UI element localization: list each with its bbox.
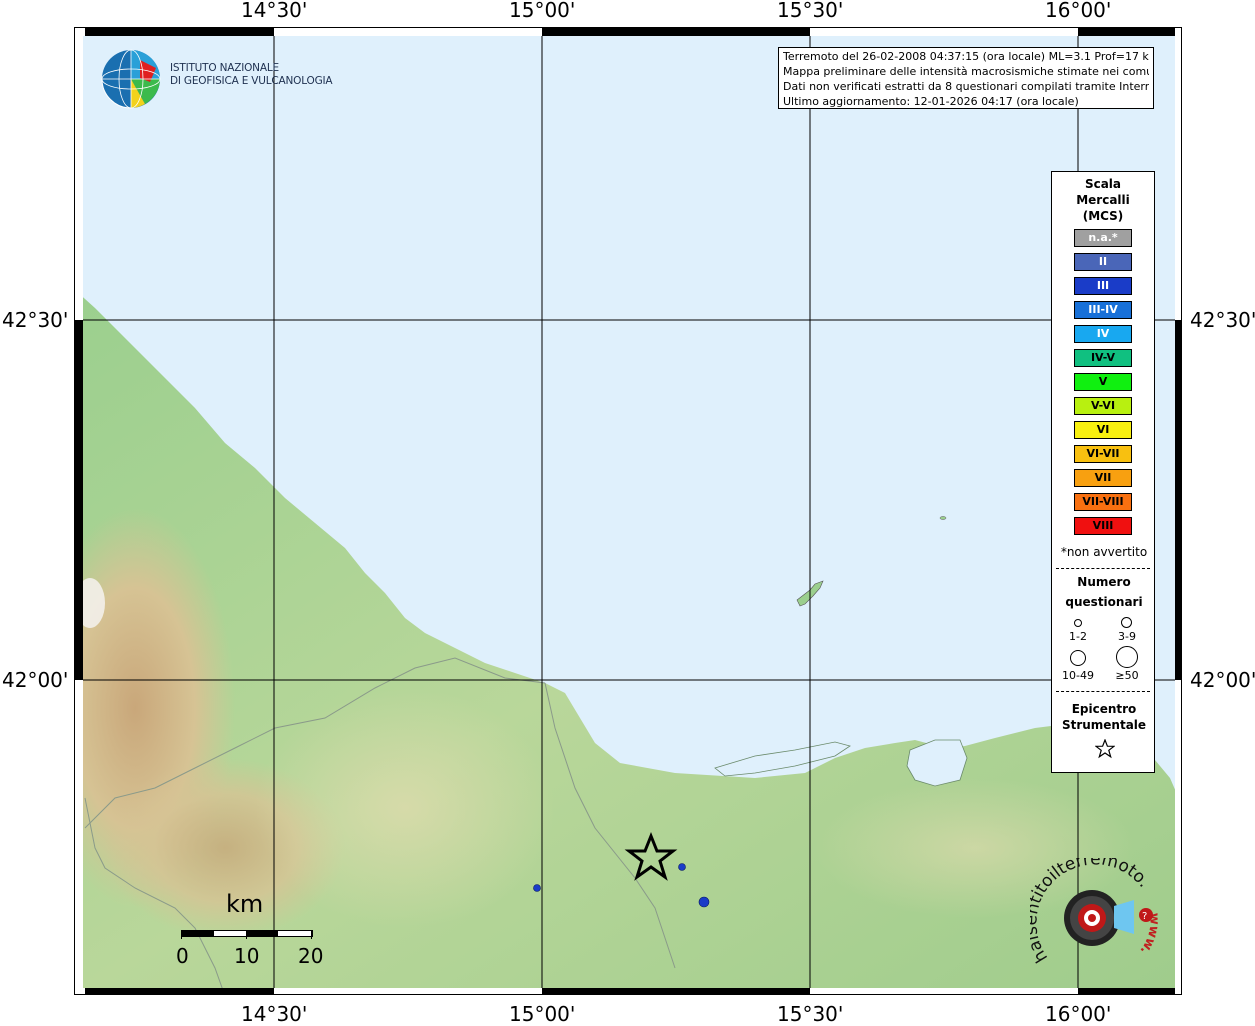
legend-swatch-v-vi: V-VI: [1074, 397, 1132, 415]
size-circle-10-49: [1070, 650, 1086, 666]
legend-swatch-viii: VIII: [1074, 517, 1132, 535]
scale-label-0: 0: [176, 944, 189, 968]
numero-title-line1: Numero: [1077, 575, 1131, 589]
pianosa-island: [939, 516, 947, 520]
lat-label-right-4200: 42°00': [1190, 668, 1255, 692]
svg-text:?: ?: [1142, 911, 1147, 922]
lon-label-bottom-1530: 15°30': [777, 1002, 844, 1026]
event-info-line1: Terremoto del 26-02-2008 04:37:15 (ora l…: [783, 50, 1149, 63]
legend-title-line1: Scala: [1084, 177, 1122, 191]
scale-tick-0: [181, 930, 182, 939]
epicentro-title-line2: Strumentale: [1061, 718, 1147, 732]
size-label-3-9: 3-9: [1118, 630, 1136, 643]
size-circle-1-2: [1074, 619, 1082, 627]
mcs-legend: Scala Mercalli (MCS) n.a.* II III III-IV IV I…: [1051, 171, 1155, 773]
scale-seg-1: [182, 931, 214, 936]
lat-label-right-4230: 42°30': [1190, 308, 1255, 332]
haisentito-logo-icon: haisentitoilterremoto.it www. ?: [1021, 843, 1161, 966]
legend-swatch-iii-iv: III-IV: [1074, 301, 1132, 319]
observation-point[interactable]: [678, 863, 686, 871]
legend-separator-2: [1056, 691, 1150, 692]
observation-point[interactable]: [533, 884, 541, 892]
ingv-logo: ISTITUTO NAZIONALE DI GEOFISICA E VULCAN…: [100, 48, 333, 110]
legend-title-line2: Mercalli: [1076, 193, 1130, 207]
map-canvas[interactable]: [75, 28, 1182, 995]
legend-star-icon: [1095, 739, 1115, 759]
size-label-50: ≥50: [1115, 669, 1139, 682]
lon-label-bottom-1600: 16°00': [1045, 1002, 1112, 1026]
size-circle-3-9: [1121, 617, 1132, 628]
lat-label-left-4200: 42°00': [2, 668, 69, 692]
legend-swatch-iv-v: IV-V: [1074, 349, 1132, 367]
event-info-box: Terremoto del 26-02-2008 04:37:15 (ora l…: [778, 47, 1154, 109]
scale-bar: km 0 10 20: [170, 890, 340, 970]
lon-label-bottom-1500: 15°00': [509, 1002, 576, 1026]
lon-label-top-1500: 15°00': [509, 0, 576, 22]
scale-label-20: 20: [298, 944, 324, 968]
size-label-1-2: 1-2: [1069, 630, 1087, 643]
observation-point[interactable]: [698, 896, 710, 908]
map-frame[interactable]: [74, 27, 1182, 995]
legend-swatch-ii: II: [1074, 253, 1132, 271]
event-info-line4: Ultimo aggiornamento: 12-01-2026 04:17 (…: [783, 95, 1079, 108]
numero-title-line2: questionari: [1065, 595, 1143, 609]
legend-swatch-n-a: n.a.*: [1074, 229, 1132, 247]
lon-label-bottom-1430: 14°30': [241, 1002, 308, 1026]
size-circle-50: [1116, 646, 1138, 668]
legend-swatch-vi: VI: [1074, 421, 1132, 439]
lon-label-top-1530: 15°30': [777, 0, 844, 22]
event-info-line2: Mappa preliminare delle intensità macros…: [783, 65, 1149, 78]
legend-title-line3: (MCS): [1082, 209, 1124, 223]
haisentito-logo: haisentitoilterremoto.it www. ?: [1021, 843, 1161, 978]
legend-note: *non avvertito: [1060, 545, 1148, 559]
size-label-10-49: 10-49: [1062, 669, 1094, 682]
lon-label-top-1430: 14°30': [241, 0, 308, 22]
scale-tick-10: [246, 930, 247, 939]
legend-swatch-vii-viii: VII-VIII: [1074, 493, 1132, 511]
ingv-logo-line1: ISTITUTO NAZIONALE: [170, 62, 279, 74]
lon-label-top-1600: 16°00': [1045, 0, 1112, 22]
epicentro-title-line1: Epicentro: [1071, 702, 1137, 716]
ingv-globe-icon: [101, 49, 161, 109]
event-info-line3: Dati non verificati estratti da 8 questi…: [783, 80, 1149, 93]
legend-swatch-vi-vii: VI-VII: [1074, 445, 1132, 463]
legend-swatch-v: V: [1074, 373, 1132, 391]
legend-swatch-vii: VII: [1074, 469, 1132, 487]
ingv-logo-text: ISTITUTO NAZIONALE DI GEOFISICA E VULCAN…: [170, 62, 333, 88]
legend-title: Scala Mercalli (MCS): [1052, 176, 1154, 224]
lat-label-left-4230: 42°30': [2, 308, 69, 332]
scale-label-10: 10: [234, 944, 260, 968]
legend-swatch-iv: IV: [1074, 325, 1132, 343]
ingv-logo-line2: DI GEOFISICA E VULCANOLOGIA: [170, 75, 333, 87]
scale-tick-20: [311, 930, 312, 939]
legend-swatch-iii: III: [1074, 277, 1132, 295]
scale-unit: km: [226, 890, 264, 918]
scale-seg-3: [246, 931, 278, 936]
legend-separator-1: [1056, 568, 1150, 569]
